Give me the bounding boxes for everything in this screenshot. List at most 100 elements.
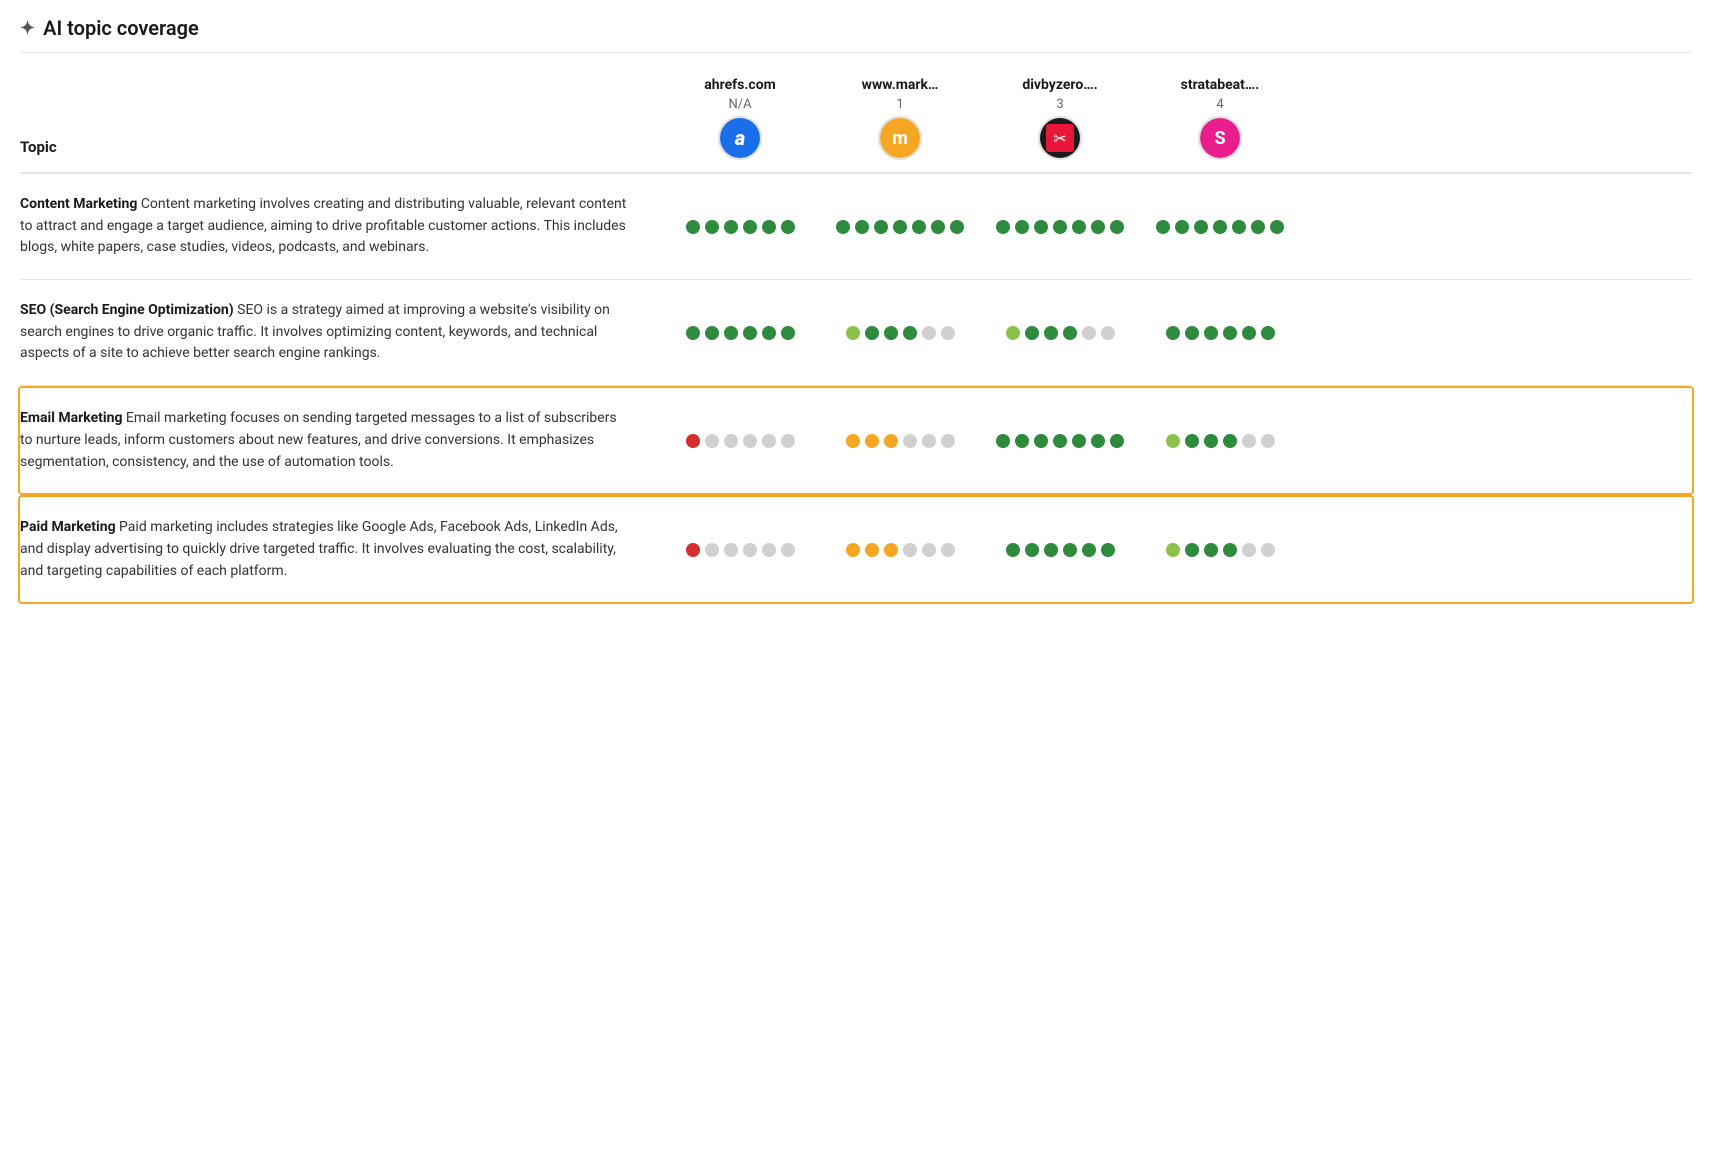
coverage-dot (1072, 434, 1086, 448)
coverage-dot (1261, 543, 1275, 557)
coverage-dot (724, 543, 738, 557)
coverage-dot (1175, 220, 1189, 234)
site-rank: 3 (1056, 97, 1063, 112)
coverage-dot (931, 220, 945, 234)
coverage-dot (865, 434, 879, 448)
coverage-dot (941, 434, 955, 448)
coverage-dot (1166, 543, 1180, 557)
coverage-dot (1223, 326, 1237, 340)
page-title: ✦ AI topic coverage (20, 16, 1692, 53)
coverage-dot (846, 543, 860, 557)
coverage-dot (1110, 220, 1124, 234)
coverage-dot (846, 434, 860, 448)
coverage-dot (1270, 220, 1284, 234)
coverage-dot (762, 434, 776, 448)
coverage-dot (781, 543, 795, 557)
coverage-dot (743, 543, 757, 557)
topic-coverage-table: Topic ahrefs.comN/Aawww.mark…1mdivbyzero… (20, 77, 1692, 604)
coverage-dot (1101, 543, 1115, 557)
coverage-dot (743, 326, 757, 340)
dots-cell-2 (980, 543, 1140, 557)
dots-cell-2 (980, 220, 1140, 234)
coverage-dot (1091, 434, 1105, 448)
coverage-dot (724, 434, 738, 448)
coverage-dot (1053, 220, 1067, 234)
coverage-dot (781, 326, 795, 340)
coverage-dot (865, 326, 879, 340)
row-content-marketing: Content Marketing Content marketing invo… (20, 174, 1692, 280)
coverage-dot (781, 220, 795, 234)
site-domain: stratabeat…. (1181, 77, 1260, 93)
site-rank: 1 (896, 97, 903, 112)
coverage-dot (922, 326, 936, 340)
site-header-3: stratabeat….4S (1140, 77, 1300, 160)
coverage-dot (874, 220, 888, 234)
dots-cell-2 (980, 326, 1140, 340)
coverage-dot (686, 326, 700, 340)
coverage-dot (705, 543, 719, 557)
coverage-dot (950, 220, 964, 234)
coverage-dot (705, 326, 719, 340)
topic-title: Email Marketing (20, 410, 122, 426)
coverage-dot (884, 326, 898, 340)
site-header-2: divbyzero….3✂ (980, 77, 1140, 160)
coverage-dot (1242, 434, 1256, 448)
topic-cell: Paid Marketing Paid marketing includes s… (20, 517, 660, 582)
coverage-dot (1025, 326, 1039, 340)
coverage-dot (1185, 543, 1199, 557)
dots-cell-0 (660, 220, 820, 234)
coverage-dot (1063, 543, 1077, 557)
coverage-dot (846, 326, 860, 340)
coverage-dot (1204, 326, 1218, 340)
page-title-text: AI topic coverage (43, 16, 199, 40)
coverage-dot (1251, 220, 1265, 234)
coverage-dot (836, 220, 850, 234)
coverage-dot (1213, 220, 1227, 234)
row-email-marketing: Email Marketing Email marketing focuses … (18, 386, 1694, 495)
row-paid-marketing: Paid Marketing Paid marketing includes s… (18, 495, 1694, 604)
coverage-dot (1044, 326, 1058, 340)
coverage-dot (903, 434, 917, 448)
topic-title: Paid Marketing (20, 519, 116, 535)
topic-cell: SEO (Search Engine Optimization) SEO is … (20, 300, 660, 365)
coverage-dot (912, 220, 926, 234)
coverage-dot (1204, 543, 1218, 557)
coverage-dot (762, 220, 776, 234)
coverage-dot (1044, 543, 1058, 557)
dots-cell-0 (660, 543, 820, 557)
site-rank: N/A (728, 97, 751, 112)
coverage-dot (1194, 220, 1208, 234)
coverage-dot (1082, 326, 1096, 340)
page-container: ✦ AI topic coverage Topic ahrefs.comN/Aa… (0, 0, 1712, 1166)
site-avatar: a (718, 116, 762, 160)
coverage-dot (1034, 220, 1048, 234)
coverage-dot (941, 543, 955, 557)
coverage-dot (1034, 434, 1048, 448)
coverage-dot (1261, 326, 1275, 340)
coverage-dot (1185, 434, 1199, 448)
dots-cell-0 (660, 434, 820, 448)
coverage-dot (996, 220, 1010, 234)
dots-cell-3 (1140, 543, 1300, 557)
site-avatar: ✂ (1038, 116, 1082, 160)
coverage-dot (1015, 220, 1029, 234)
coverage-dot (922, 434, 936, 448)
coverage-dot (865, 543, 879, 557)
topic-title: SEO (Search Engine Optimization) (20, 302, 234, 318)
site-domain: www.mark… (862, 77, 939, 93)
coverage-dot (1110, 434, 1124, 448)
coverage-dot (1242, 543, 1256, 557)
dots-cell-3 (1140, 434, 1300, 448)
coverage-dot (1166, 434, 1180, 448)
coverage-dot (903, 543, 917, 557)
row-seo: SEO (Search Engine Optimization) SEO is … (20, 280, 1692, 386)
coverage-dot (1204, 434, 1218, 448)
coverage-dot (762, 543, 776, 557)
topic-title: Content Marketing (20, 196, 137, 212)
coverage-dot (724, 326, 738, 340)
coverage-dot (1223, 543, 1237, 557)
coverage-dot (1261, 434, 1275, 448)
coverage-dot (1053, 434, 1067, 448)
coverage-dot (1156, 220, 1170, 234)
coverage-dot (1223, 434, 1237, 448)
